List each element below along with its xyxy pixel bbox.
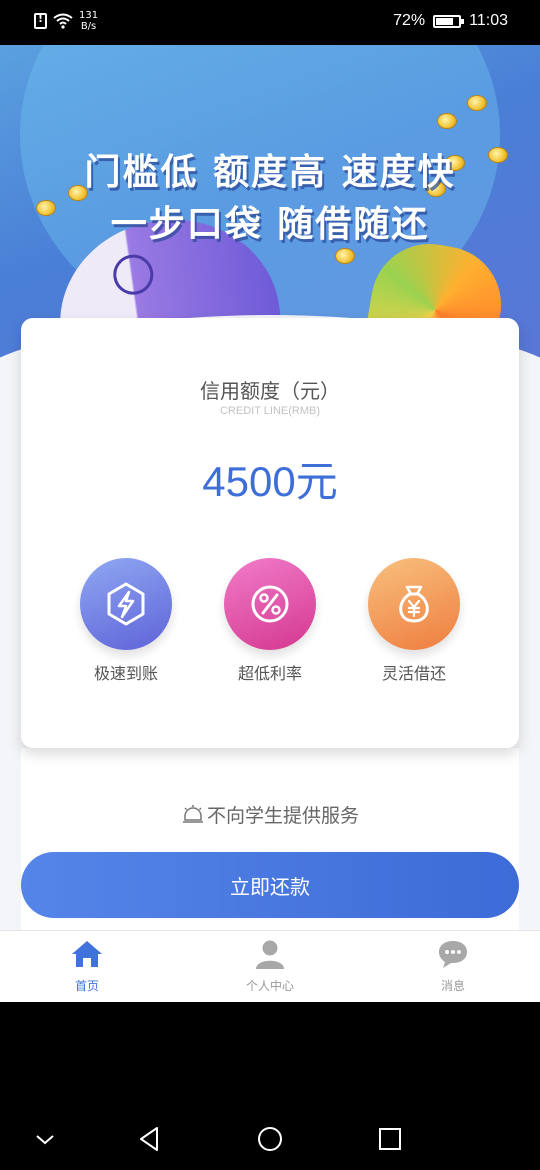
- home-circle-icon[interactable]: [255, 1124, 285, 1154]
- feature-low-rate[interactable]: 超低利率: [200, 558, 340, 684]
- feature-flexible[interactable]: 灵活借还: [344, 558, 484, 684]
- status-left: 131 B/s: [34, 10, 98, 32]
- speed-unit: B/s: [80, 21, 97, 32]
- credit-amount: 4500元: [202, 458, 338, 505]
- tab-label: 首页: [74, 979, 99, 993]
- alert-icon: [34, 12, 47, 29]
- home-icon: [72, 941, 102, 967]
- student-notice: 不向学生提供服务: [0, 801, 540, 828]
- content-panel: [21, 748, 519, 948]
- feature-label: 灵活借还: [381, 664, 446, 683]
- battery-icon: [433, 14, 465, 28]
- wifi-icon: [53, 13, 73, 29]
- banner-slogan-line2: 一步口袋 随借随还: [110, 204, 430, 245]
- bottom-tab-bar: 首页 个人中心 消息: [0, 930, 540, 1002]
- feature-list: 极速到账 超低利率 灵活借还: [21, 558, 519, 688]
- credit-line-title: 信用额度（元）: [200, 379, 340, 403]
- clock: 11:03: [469, 12, 508, 29]
- repay-now-button[interactable]: 立即还款: [21, 852, 519, 918]
- notice-text: 不向学生提供服务: [206, 805, 359, 827]
- back-icon[interactable]: [135, 1124, 165, 1154]
- tab-label: 个人中心: [245, 979, 294, 993]
- person-icon: [256, 940, 284, 969]
- tab-label: 消息: [440, 979, 465, 993]
- network-speed: 131 B/s: [79, 10, 98, 32]
- tab-personal-center[interactable]: 个人中心: [210, 939, 330, 994]
- percent-icon: [224, 558, 316, 650]
- feature-fast-arrival[interactable]: 极速到账: [56, 558, 196, 684]
- coin-icon: [437, 113, 457, 129]
- app-screen: 门槛低 额度高 速度快 一步口袋 随借随还 信用额度（元） CREDIT LIN…: [0, 45, 540, 1002]
- status-bar: 131 B/s 72% 11:03: [0, 0, 540, 45]
- tab-messages[interactable]: 消息: [393, 939, 513, 994]
- alarm-bell-icon: [182, 804, 203, 823]
- bag-knot: [110, 252, 156, 298]
- credit-card-panel: 信用额度（元） CREDIT LINE(RMB) 4500元 极速到账 超低利率…: [21, 318, 519, 748]
- feature-label: 极速到账: [93, 664, 158, 683]
- coin-icon: [467, 95, 487, 111]
- system-nav-bar: [0, 1110, 540, 1170]
- lightning-icon: [80, 558, 172, 650]
- coin-icon: [335, 248, 355, 264]
- battery-percent: 72%: [393, 12, 426, 29]
- chevron-down-icon[interactable]: [30, 1124, 60, 1154]
- feature-label: 超低利率: [237, 664, 302, 683]
- chat-icon: [439, 941, 467, 968]
- banner-slogan-line1: 门槛低 额度高 速度快: [84, 152, 456, 193]
- money-bag-icon: [368, 558, 460, 650]
- tab-home[interactable]: 首页: [27, 939, 147, 994]
- speed-value: 131: [79, 10, 99, 21]
- credit-line-subtitle: CREDIT LINE(RMB): [219, 405, 321, 417]
- recents-icon[interactable]: [375, 1124, 405, 1154]
- status-right: 72% 11:03: [393, 12, 508, 30]
